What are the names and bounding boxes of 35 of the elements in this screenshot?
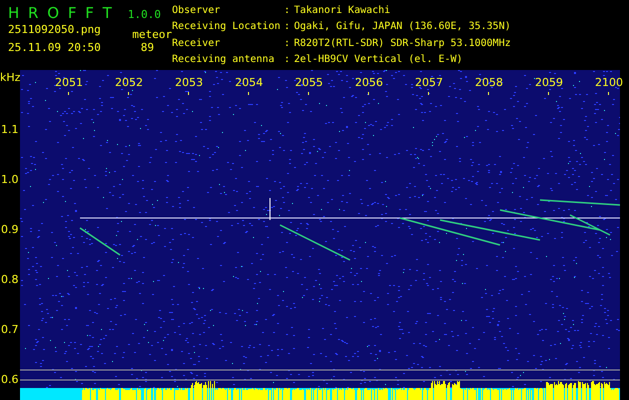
info-label: Observer bbox=[172, 5, 222, 18]
axis-unit: kHz bbox=[0, 71, 20, 84]
axis-label: 2053 bbox=[175, 76, 203, 89]
axis-label: 2059 bbox=[535, 76, 563, 89]
colon: : bbox=[284, 5, 292, 18]
axis-label: 2056 bbox=[355, 76, 383, 89]
axis-label: 1.1 bbox=[1, 123, 18, 136]
info-value: 2el-HB9CV Vertical (el. E-W) bbox=[294, 54, 464, 67]
colon: : bbox=[284, 21, 292, 34]
axis-label: 2057 bbox=[415, 76, 443, 89]
axis-label: 2054 bbox=[235, 76, 263, 89]
axis-label: 0.9 bbox=[1, 223, 18, 236]
axis-label: 2100 bbox=[595, 76, 623, 89]
filename: 2511092050.png bbox=[8, 23, 101, 38]
info-label: Receiving Location bbox=[172, 21, 282, 34]
colon: : bbox=[284, 54, 292, 67]
axis-label: 0.7 bbox=[1, 323, 18, 336]
info-label: Receiver bbox=[172, 38, 222, 50]
info-value: Takanori Kawachi bbox=[294, 5, 392, 18]
axis-label: 2052 bbox=[115, 76, 143, 89]
count-label: meteor bbox=[132, 28, 172, 41]
app-title: H R O F F T bbox=[8, 4, 114, 22]
info-value: R820T2(RTL-SDR) SDR-Sharp 53.1000MHz bbox=[294, 38, 511, 50]
info-label: Receiving antenna bbox=[172, 54, 276, 67]
axis-label: 0.6 bbox=[1, 373, 18, 386]
version-label: 1.0.0 bbox=[128, 8, 161, 21]
meteor-count: 89 bbox=[140, 41, 155, 54]
axis-label: 0.8 bbox=[1, 273, 18, 286]
info-value: Ogaki, Gifu, JAPAN (136.60E, 35.35N) bbox=[294, 21, 511, 34]
colon: : bbox=[284, 38, 292, 50]
axis-label: 1.0 bbox=[1, 173, 18, 186]
axis-label: 2055 bbox=[295, 76, 323, 89]
axis-label: 2051 bbox=[55, 76, 83, 89]
axis-label: 2058 bbox=[475, 76, 503, 89]
timestamp: 25.11.09 20:50 bbox=[8, 41, 101, 54]
